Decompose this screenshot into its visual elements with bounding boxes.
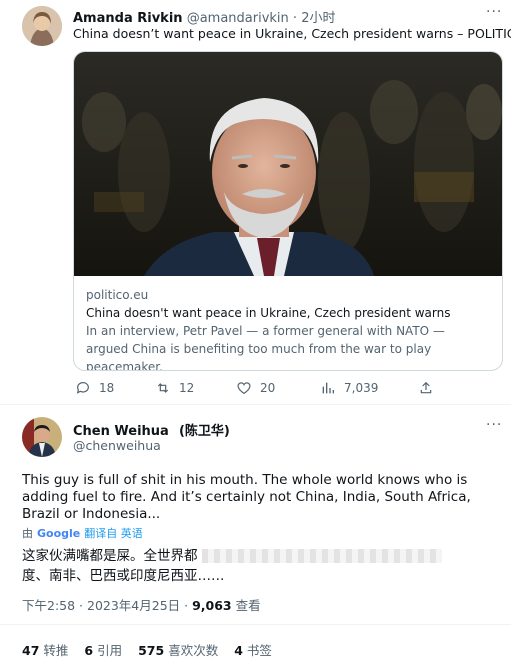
author-name[interactable]: Chen Weihua	[73, 424, 169, 439]
retweet-count: 12	[179, 381, 195, 395]
views-button[interactable]: 7,039	[320, 378, 378, 398]
author-handle[interactable]: @chenweihua	[73, 438, 161, 453]
translation-attribution: 由 Google 翻译自 英语	[22, 525, 143, 541]
retweet-button[interactable]: 12	[155, 378, 194, 398]
stat-label: 书签	[246, 643, 272, 658]
translation-line-2: 度、南非、巴西或印度尼西亚……	[22, 568, 225, 584]
google-logo: Google	[37, 526, 81, 540]
translate-by-label: 由	[22, 527, 33, 540]
translation-line-1: 这家伙满嘴都是屎。全世界都	[22, 548, 198, 564]
separator-dot: ·	[292, 11, 298, 26]
views-count: 9,063	[192, 598, 232, 613]
more-options-icon[interactable]: ···	[486, 4, 502, 20]
stat-bookmarks[interactable]: 4 书签	[234, 640, 272, 659]
stat-label: 转推	[43, 643, 69, 658]
like-button[interactable]: 20	[236, 378, 275, 398]
reply-count: 18	[99, 381, 115, 395]
card-description: In an interview, Petr Pavel — a former g…	[86, 324, 445, 371]
author-name-chinese[interactable]: (陈卫华)	[179, 424, 230, 439]
reply-button[interactable]: 18	[75, 378, 114, 398]
stat-retweets[interactable]: 47 转推	[22, 640, 68, 659]
author-name[interactable]: Amanda Rivkin	[73, 11, 183, 26]
reply-icon	[76, 382, 89, 394]
tweet-timestamp[interactable]: 下午2:58 · 2023年4月25日 ·	[22, 598, 188, 613]
stat-number: 6	[84, 643, 94, 658]
more-options-icon[interactable]: ···	[486, 417, 502, 433]
stat-label: 喜欢次数	[168, 643, 219, 658]
retweet-icon	[157, 383, 169, 393]
tweet-text: China doesn’t want peace in Ukraine, Cze…	[73, 26, 511, 41]
avatar-amanda-rivkin[interactable]	[22, 6, 62, 46]
stat-quotes[interactable]: 6 引用	[84, 640, 122, 659]
stat-number: 575	[138, 643, 165, 658]
tweet-time[interactable]: 2小时	[301, 11, 335, 26]
card-image	[74, 52, 502, 276]
stats-divider-top	[0, 624, 511, 625]
link-card[interactable]: politico.eu China doesn't want peace in …	[73, 51, 503, 371]
tweet-divider	[0, 404, 511, 405]
card-domain: politico.eu	[86, 288, 149, 302]
share-icon	[420, 381, 432, 394]
avatar-chen-weihua[interactable]	[22, 417, 62, 457]
card-title: China doesn't want peace in Ukraine, Cze…	[86, 306, 451, 320]
stat-likes[interactable]: 575 喜欢次数	[138, 640, 218, 659]
tweet-text: This guy is full of shit in his mouth. T…	[22, 472, 471, 522]
like-count: 20	[260, 381, 276, 395]
share-button[interactable]	[418, 378, 434, 398]
blurred-overlay	[201, 549, 442, 563]
heart-icon	[237, 382, 251, 395]
author-handle[interactable]: @amandarivkin	[187, 11, 289, 26]
views-label: 查看	[235, 598, 261, 613]
stat-number: 4	[234, 643, 243, 658]
avatar-image	[22, 6, 62, 46]
views-count: 7,039	[344, 381, 379, 395]
avatar-image	[22, 417, 62, 457]
translate-link[interactable]: 翻译自 英语	[84, 525, 143, 541]
stat-number: 47	[22, 643, 40, 658]
analytics-icon	[322, 382, 334, 394]
stat-label: 引用	[97, 643, 123, 658]
